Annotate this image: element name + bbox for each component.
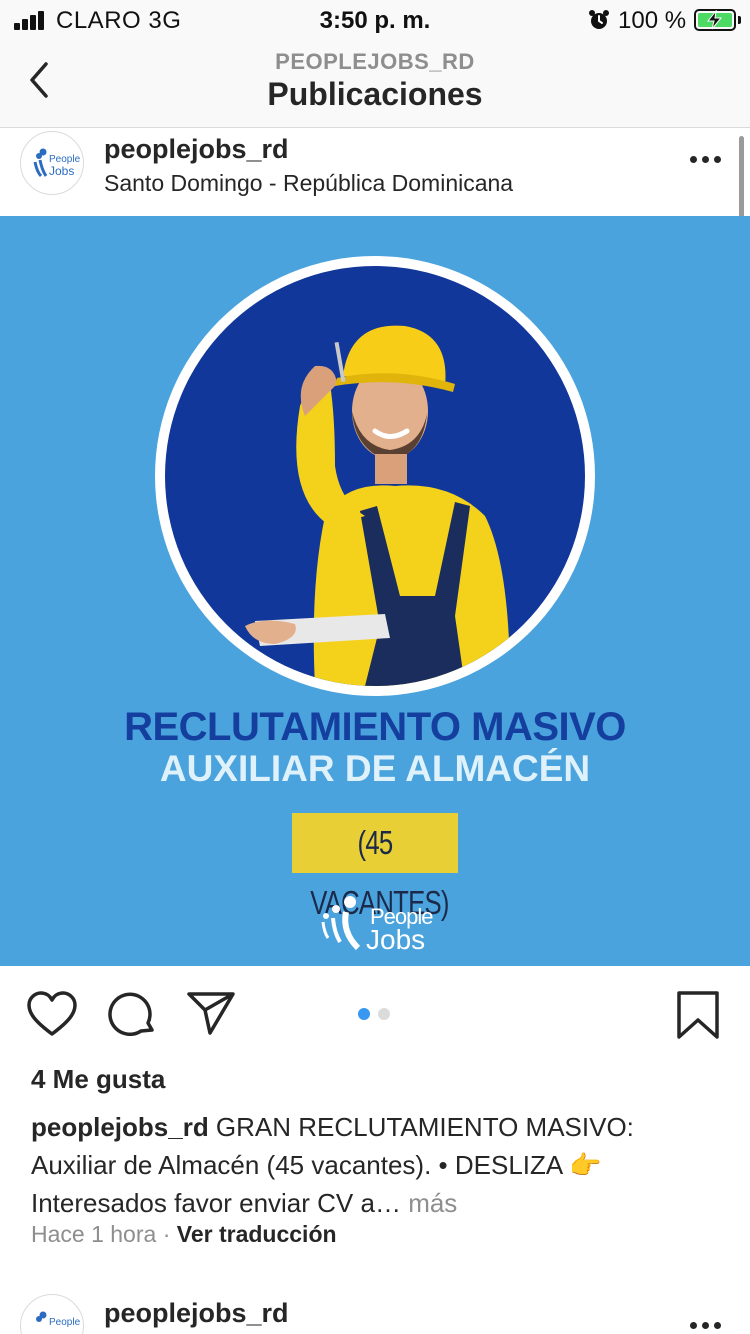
caption-username[interactable]: peoplejobs_rd <box>31 1112 209 1142</box>
avatar[interactable]: People Jobs <box>20 131 84 195</box>
post-location[interactable]: Santo Domingo - República Dominicana <box>104 170 513 197</box>
alarm-icon <box>589 10 609 29</box>
carousel-dot <box>378 1008 390 1020</box>
post-time: Hace 1 hora <box>31 1221 157 1247</box>
people-figures-icon <box>321 896 361 951</box>
logo-jobs-text: Jobs <box>366 924 426 955</box>
vacantes-label: (45 VACANTES) <box>310 824 449 921</box>
more-horizontal-icon[interactable] <box>690 156 722 166</box>
likes-count[interactable]: 4 Me gusta <box>31 1064 165 1095</box>
comment-icon[interactable] <box>108 990 156 1038</box>
headline-reclutamiento: RECLUTAMIENTO MASIVO <box>124 705 626 749</box>
heart-icon[interactable] <box>26 990 78 1038</box>
svg-text:Jobs: Jobs <box>49 164 74 178</box>
carousel-indicator <box>358 1008 394 1020</box>
page-title: Publicaciones <box>267 76 483 112</box>
battery-percent: 100 % <box>618 7 687 34</box>
nav-header: PEOPLEJOBS_RD Publicaciones <box>0 42 750 128</box>
post-image[interactable]: RECLUTAMIENTO MASIVO AUXILIAR DE ALMACÉN… <box>0 216 750 966</box>
peoplejobs-logo-icon: People Jobs <box>33 148 81 178</box>
post-header: People Jobs peoplejobs_rd Santo Domingo … <box>0 128 750 216</box>
post-meta: Hace 1 hora · Ver traducción <box>31 1221 337 1248</box>
vacantes-badge: (45 VACANTES) <box>292 813 458 921</box>
translate-link[interactable]: Ver traducción <box>177 1221 337 1247</box>
peoplejobs-logo-icon: People <box>36 1311 81 1328</box>
next-post-avatar[interactable]: People <box>20 1294 84 1334</box>
share-icon[interactable] <box>186 990 236 1036</box>
battery-charging-icon <box>694 9 736 31</box>
peoplejobs-logo: People Jobs <box>316 892 436 955</box>
bookmark-icon[interactable] <box>676 990 720 1040</box>
carousel-dot-active <box>358 1008 370 1020</box>
action-bar <box>0 966 750 1062</box>
worker-illustration <box>245 325 510 686</box>
svg-text:People: People <box>49 1317 81 1328</box>
battery-tip <box>738 16 741 24</box>
more-horizontal-icon[interactable] <box>690 1322 722 1332</box>
worker-photo <box>165 266 585 686</box>
nav-subtitle: PEOPLEJOBS_RD <box>275 49 475 74</box>
next-post-username[interactable]: peoplejobs_rd <box>104 1298 289 1329</box>
photo-ring <box>155 256 595 696</box>
headline-position: AUXILIAR DE ALMACÉN <box>159 748 591 789</box>
post-username[interactable]: peoplejobs_rd <box>104 134 289 165</box>
caption-more-link[interactable]: más <box>401 1188 457 1218</box>
meta-separator: · <box>156 1221 177 1247</box>
post-caption: peoplejobs_rd GRAN RECLUTAMIENTO MASIVO:… <box>31 1108 721 1222</box>
status-bar: CLARO 3G 3:50 p. m. 100 % <box>0 0 750 42</box>
